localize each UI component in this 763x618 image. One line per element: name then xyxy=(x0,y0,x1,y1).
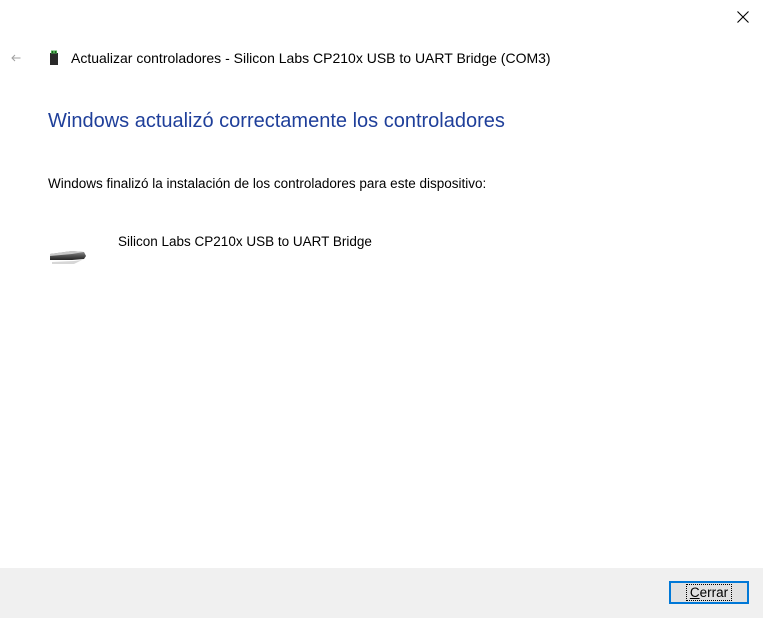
device-name: Silicon Labs CP210x USB to UART Bridge xyxy=(118,234,372,249)
close-icon xyxy=(737,11,749,23)
close-dialog-button-label: Cerrar xyxy=(685,584,733,601)
window-title: Actualizar controladores - Silicon Labs … xyxy=(71,50,551,66)
usb-connector-icon xyxy=(50,251,86,264)
device-list-item: Silicon Labs CP210x USB to UART Bridge xyxy=(48,232,548,272)
close-dialog-button[interactable]: Cerrar xyxy=(669,581,749,604)
back-arrow-icon xyxy=(11,54,21,62)
usb-device-icon xyxy=(48,49,60,67)
page-heading: Windows actualizó correctamente los cont… xyxy=(48,110,505,132)
description-text: Windows finalizó la instalación de los c… xyxy=(48,176,487,191)
dialog-footer: Cerrar xyxy=(0,568,763,618)
close-button[interactable] xyxy=(727,4,759,30)
driver-update-dialog: Actualizar controladores - Silicon Labs … xyxy=(0,0,763,618)
back-button[interactable] xyxy=(8,46,24,70)
